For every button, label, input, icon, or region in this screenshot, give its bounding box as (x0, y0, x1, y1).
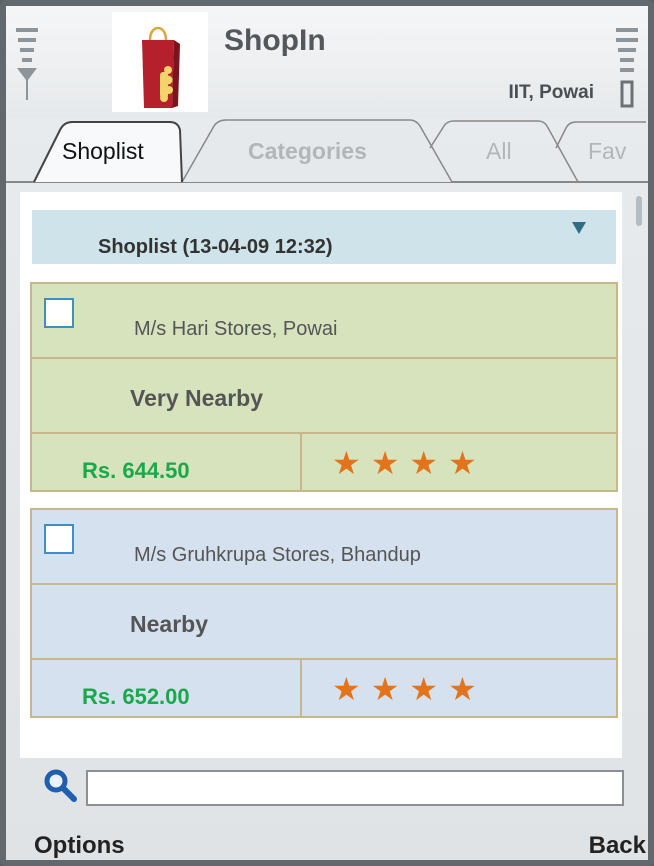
price-cell: Rs. 644.50 (32, 434, 302, 490)
app-logo (112, 12, 208, 112)
rating-stars: ★ ★ ★ ★ (332, 670, 487, 708)
app-title: ShopIn (224, 24, 326, 57)
tab-bar: Shoplist Categories All Fav (6, 118, 648, 184)
store-name-row: M/s Hari Stores, Powai (32, 284, 616, 359)
store-name-row: M/s Gruhkrupa Stores, Bhandup (32, 510, 616, 585)
store-checkbox[interactable] (44, 524, 74, 554)
store-distance-row: Very Nearby (32, 359, 616, 434)
tab-fav[interactable]: Fav (588, 138, 626, 165)
options-softkey[interactable]: Options (34, 832, 125, 860)
tab-categories[interactable]: Categories (248, 138, 367, 165)
chevron-down-icon[interactable] (572, 222, 586, 234)
store-price: Rs. 652.00 (82, 684, 190, 709)
star-icon: ★ (409, 670, 439, 708)
scrollbar-thumb[interactable] (636, 196, 642, 226)
store-price: Rs. 644.50 (82, 458, 190, 483)
tab-shoplist[interactable]: Shoplist (62, 138, 144, 165)
status-bar: ShopIn IIT, Powai (6, 6, 648, 118)
star-icon: ★ (448, 444, 477, 482)
star-icon: ★ (370, 670, 400, 708)
dropdown-label: Shoplist (13-04-09 12:32) (98, 236, 333, 258)
price-cell: Rs. 652.00 (32, 660, 302, 716)
star-icon: ★ (409, 444, 439, 482)
store-distance-row: Nearby (32, 585, 616, 660)
tab-all[interactable]: All (486, 138, 512, 165)
store-price-rating-row: Rs. 644.50 ★ ★ ★ ★ (32, 434, 616, 490)
store-price-rating-row: Rs. 652.00 ★ ★ ★ ★ (32, 660, 616, 716)
store-distance: Very Nearby (130, 385, 263, 411)
star-icon: ★ (332, 444, 361, 482)
search-input[interactable] (86, 770, 624, 806)
store-name: M/s Gruhkrupa Stores, Bhandup (134, 544, 421, 566)
star-icon: ★ (332, 670, 361, 708)
store-card[interactable]: M/s Hari Stores, Powai Very Nearby Rs. 6… (30, 282, 618, 492)
store-checkbox[interactable] (44, 298, 74, 328)
shoplist-dropdown[interactable]: Shoplist (13-04-09 12:32) (32, 210, 616, 264)
back-softkey[interactable]: Back (589, 832, 646, 860)
store-distance: Nearby (130, 611, 208, 637)
phone-screen: ShopIn IIT, Powai Shoplist Categories Al… (0, 0, 654, 866)
rating-stars: ★ ★ ★ ★ (332, 444, 487, 482)
store-name: M/s Hari Stores, Powai (134, 318, 338, 340)
store-card[interactable]: M/s Gruhkrupa Stores, Bhandup Nearby Rs.… (30, 508, 618, 718)
star-icon: ★ (448, 670, 477, 708)
signal-strength-icon (16, 28, 38, 100)
star-icon: ★ (370, 444, 400, 482)
location-label: IIT, Powai (508, 82, 594, 103)
search-icon[interactable] (42, 768, 80, 804)
battery-icon (616, 28, 638, 108)
shopping-bag-logo (142, 26, 180, 108)
